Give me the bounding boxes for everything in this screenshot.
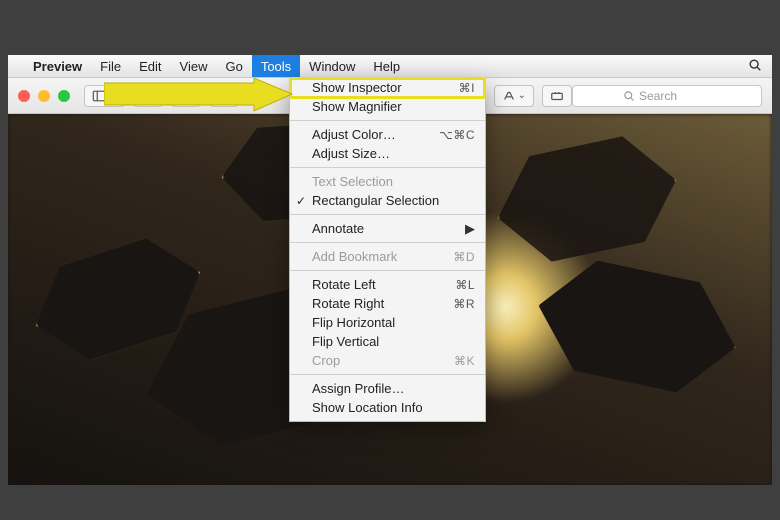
menu-item[interactable]: Show Magnifier [290, 97, 485, 116]
menu-item-label: Text Selection [312, 174, 393, 189]
menu-item-shortcut: ⌘R [453, 297, 475, 311]
sidebar-toggle-button[interactable]: ⌄ [84, 85, 125, 107]
menu-item-shortcut: ⌘K [454, 354, 475, 368]
menu-item-label: Show Magnifier [312, 99, 402, 114]
menu-item-label: Adjust Size… [312, 146, 390, 161]
menu-item-label: Flip Horizontal [312, 315, 395, 330]
check-icon: ✓ [296, 194, 306, 208]
menu-item-label: Adjust Color… [312, 127, 396, 142]
zoom-in-button[interactable] [171, 85, 201, 107]
menu-item[interactable]: Show Inspector ⌘I [290, 78, 485, 97]
menu-file[interactable]: File [91, 55, 130, 77]
menu-item[interactable]: Rotate Left ⌘L [290, 275, 485, 294]
zoom-out-button[interactable] [133, 85, 163, 107]
menu-item[interactable]: Adjust Size… [290, 144, 485, 163]
menu-view[interactable]: View [171, 55, 217, 77]
chevron-down-icon: ⌄ [518, 90, 526, 101]
menu-item-label: Rotate Left [312, 277, 376, 292]
menu-item-shortcut: ⌘L [455, 278, 475, 292]
menu-item[interactable]: Show Location Info [290, 398, 485, 417]
menu-window[interactable]: Window [300, 55, 364, 77]
search-icon [623, 90, 635, 102]
menu-item-label: Assign Profile… [312, 381, 404, 396]
menu-item-shortcut: ⌘I [459, 81, 475, 95]
window-zoom-button[interactable] [58, 90, 70, 102]
menu-item-label: Show Location Info [312, 400, 423, 415]
menu-help[interactable]: Help [364, 55, 409, 77]
system-menubar: Preview File Edit View Go Tools Window H… [8, 55, 772, 78]
menu-edit[interactable]: Edit [130, 55, 170, 77]
menu-item-shortcut: ⌥⌘C [439, 128, 475, 142]
menu-item-label: Rotate Right [312, 296, 384, 311]
menu-tools[interactable]: Tools [252, 55, 300, 77]
spotlight-icon[interactable] [748, 58, 762, 75]
menu-item[interactable]: Annotate ▶ [290, 219, 485, 238]
menu-item-label: Crop [312, 353, 340, 368]
menu-item-shortcut: ⌘D [453, 250, 475, 264]
submenu-arrow-icon: ▶ [465, 221, 475, 237]
share-button[interactable] [209, 85, 239, 107]
menu-item: Add Bookmark ⌘D [290, 247, 485, 266]
menu-item[interactable]: Assign Profile… [290, 379, 485, 398]
highlight-button[interactable]: ⌄ [494, 85, 534, 107]
menu-item: Crop ⌘K [290, 351, 485, 370]
menu-go[interactable]: Go [216, 55, 251, 77]
menu-item[interactable]: ✓ Rectangular Selection [290, 191, 485, 210]
menu-app[interactable]: Preview [24, 55, 91, 77]
menu-item-label: Rectangular Selection [312, 193, 439, 208]
window-traffic-lights [18, 90, 70, 102]
chevron-down-icon: ⌄ [109, 90, 117, 101]
menu-item-label: Add Bookmark [312, 249, 397, 264]
window-close-button[interactable] [18, 90, 30, 102]
menu-item-label: Show Inspector [312, 80, 402, 95]
menu-item[interactable]: Adjust Color… ⌥⌘C [290, 125, 485, 144]
search-field[interactable]: Search [572, 85, 762, 107]
search-placeholder: Search [639, 89, 677, 103]
window-minimize-button[interactable] [38, 90, 50, 102]
menu-item[interactable]: Flip Horizontal [290, 313, 485, 332]
markup-toolbar-button[interactable] [542, 85, 572, 107]
menu-item-label: Flip Vertical [312, 334, 379, 349]
menu-item[interactable]: Rotate Right ⌘R [290, 294, 485, 313]
menu-item: Text Selection [290, 172, 485, 191]
menu-item[interactable]: Flip Vertical [290, 332, 485, 351]
tools-menu-dropdown: Show Inspector ⌘I Show Magnifier Adjust Col… [289, 78, 486, 422]
menu-item-label: Annotate [312, 221, 364, 236]
